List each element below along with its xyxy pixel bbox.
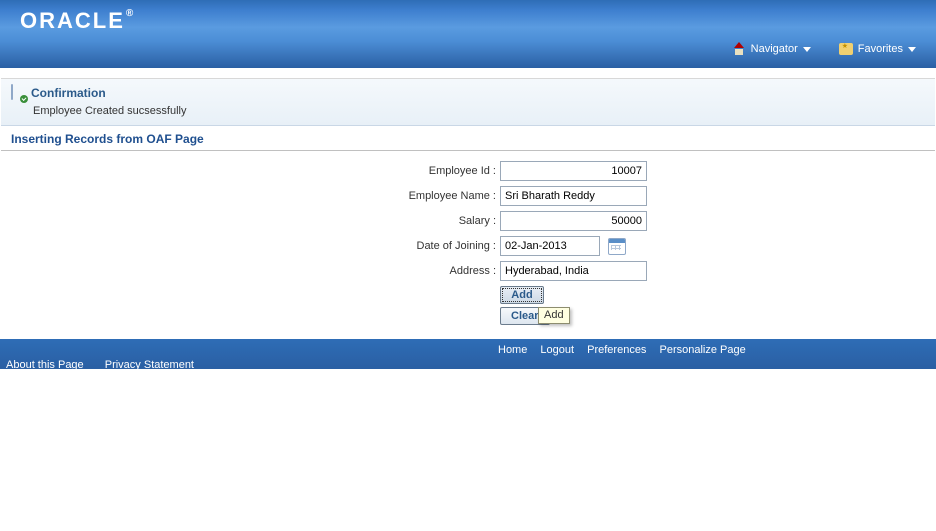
salary-input[interactable] [500,211,647,231]
navigator-menu[interactable]: Navigator [732,42,811,56]
calendar-icon[interactable] [608,238,626,255]
footer-preferences-link[interactable]: Preferences [587,344,646,356]
footer-privacy-link[interactable]: Privacy Statement [105,359,194,371]
footer-about-link[interactable]: About this Page [6,359,84,371]
employee-name-input[interactable] [500,186,647,206]
footer-logout-link[interactable]: Logout [540,344,574,356]
employee-id-label: Employee Id : [1,165,500,177]
form-area: Employee Id : Employee Name : Salary : D… [1,151,935,339]
address-label: Address : [1,265,500,277]
favorites-menu[interactable]: Favorites [839,43,916,55]
confirmation-title: Confirmation [31,86,106,100]
add-button[interactable]: Add [500,286,544,304]
confirmation-icon [11,85,25,101]
logo-text: ORACLE [20,8,125,33]
employee-name-label: Employee Name : [1,190,500,202]
confirmation-box: Confirmation Employee Created sucsessful… [1,79,935,126]
employee-id-input[interactable] [500,161,647,181]
logo-reg: ® [126,8,135,19]
spacer [1,68,935,79]
salary-label: Salary : [1,215,500,227]
section-title: Inserting Records from OAF Page [1,126,935,151]
doj-label: Date of Joining : [1,240,500,252]
doj-input[interactable] [500,236,600,256]
chevron-down-icon [803,47,811,52]
app-header: ORACLE® Navigator Favorites [0,0,936,68]
footer-personalize-link[interactable]: Personalize Page [660,344,746,356]
footer: Home Logout Preferences Personalize Page… [0,339,936,369]
chevron-down-icon [908,47,916,52]
navigator-label: Navigator [751,43,798,55]
favorites-icon [839,43,853,55]
address-input[interactable] [500,261,647,281]
add-tooltip: Add [538,307,570,324]
home-icon [732,42,746,56]
oracle-logo: ORACLE® [20,8,135,34]
header-links: Navigator Favorites [732,42,916,56]
footer-home-link[interactable]: Home [498,344,527,356]
favorites-label: Favorites [858,43,903,55]
confirmation-message: Employee Created sucsessfully [33,105,925,117]
